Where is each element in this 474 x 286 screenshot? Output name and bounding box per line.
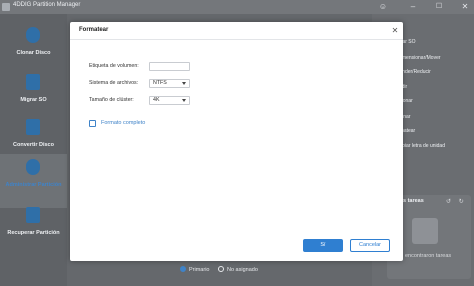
volume-label-input[interactable] — [149, 62, 190, 71]
no-tasks-text: encontraron tareas — [405, 253, 452, 259]
cluster-size-label: Tamaño de clúster: — [89, 97, 134, 103]
operation-extend-shrink[interactable]: tender/Reducir — [398, 69, 474, 75]
yes-button[interactable]: Sí — [303, 239, 343, 252]
filesystem-label: Sistema de archivos: — [89, 80, 139, 86]
cancel-button[interactable]: Cancelar — [350, 239, 390, 252]
filesystem-value: NTFS — [153, 80, 167, 86]
legend-unassigned: No asignado — [218, 266, 258, 273]
operation-delete[interactable]: minar — [398, 114, 474, 120]
operation-split[interactable]: vidir — [398, 84, 474, 90]
full-format-label[interactable]: Formato completo — [101, 120, 145, 126]
recover-partition-icon — [26, 207, 40, 223]
format-dialog: Formatear ✕ Etiqueta de volumen: Sistema… — [70, 22, 403, 261]
dialog-title: Formatear — [79, 27, 109, 33]
close-icon[interactable]: ✕ — [390, 25, 400, 36]
dialog-header: Formatear ✕ — [70, 22, 403, 40]
legend-primary-label: Primario — [189, 267, 210, 273]
legend-primary: Primario — [180, 266, 209, 273]
app-logo-icon — [2, 3, 10, 11]
volume-label-label: Etiqueta de volumen: — [89, 63, 139, 69]
minimize-button[interactable]: – — [408, 1, 418, 13]
operation-merge[interactable]: isionar — [398, 98, 474, 104]
app-title: 4DDIG Partition Manager — [13, 2, 81, 8]
sidebar-item-recover-partition[interactable]: Recuperar Partición — [0, 202, 67, 256]
maximize-button[interactable]: ☐ — [434, 1, 444, 13]
close-window-button[interactable]: ✕ — [460, 1, 470, 13]
pending-tasks-title: s tareas — [403, 198, 424, 204]
unassigned-dot-icon — [218, 266, 224, 272]
sidebar-item-label: Convertir Disco — [13, 142, 54, 148]
operation-resize-move[interactable]: dimensionar/Mover — [398, 55, 474, 61]
operation-format[interactable]: rmatear — [398, 128, 474, 134]
sidebar-item-label: Recuperar Partición — [7, 230, 60, 236]
undo-redo-icon[interactable]: ↺ ↻ — [446, 198, 467, 205]
sidebar: Clonar Disco Migrar SO Convertir Disco A… — [0, 14, 67, 286]
legend-unassigned-label: No asignado — [227, 267, 258, 273]
full-format-checkbox[interactable] — [89, 120, 96, 127]
sidebar-item-label: Clonar Disco — [16, 50, 51, 56]
empty-tasks-icon — [412, 218, 438, 244]
clone-disk-icon — [26, 27, 40, 43]
primary-dot-icon — [180, 266, 186, 272]
sidebar-item-label: Administrar Partición — [5, 182, 62, 188]
operation-migrate-os[interactable]: grar SO — [398, 39, 474, 45]
sidebar-item-label: Migrar SO — [20, 97, 47, 103]
sidebar-item-manage-partition[interactable]: Administrar Partición — [0, 154, 67, 208]
sidebar-item-clone-disk[interactable]: Clonar Disco — [0, 22, 67, 76]
manage-partition-icon — [26, 159, 40, 175]
migrate-os-icon — [26, 74, 40, 90]
cluster-size-value: 4K — [153, 97, 160, 103]
filesystem-select[interactable]: NTFS — [149, 79, 190, 88]
operation-change-drive-letter[interactable]: mbiar letra de unidad — [398, 143, 474, 149]
user-icon[interactable]: ☺ — [378, 1, 388, 13]
title-bar: 4DDIG Partition Manager ☺ – ☐ ✕ — [0, 0, 474, 14]
convert-disk-icon — [26, 119, 40, 135]
cluster-size-select[interactable]: 4K — [149, 96, 190, 105]
